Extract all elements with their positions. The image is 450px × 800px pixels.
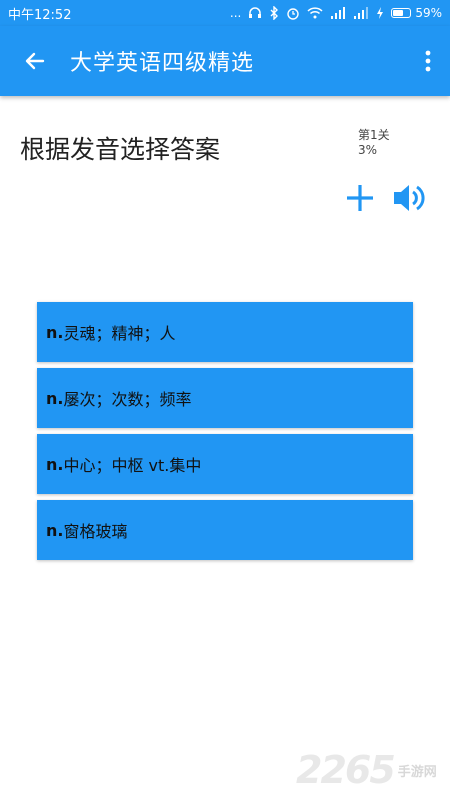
status-icons: ... 59% [230, 6, 442, 20]
headphone-icon [249, 7, 262, 18]
option-text: 中心；中枢 vt.集中 [63, 456, 202, 475]
signal-icon [331, 7, 346, 19]
alarm-icon [287, 8, 300, 20]
signal-icon-2 [354, 7, 369, 19]
question-prompt: 根据发音选择答案 [20, 135, 221, 164]
plus-icon [347, 185, 373, 211]
answer-option[interactable]: n. 屡次；次数；频率 [37, 368, 413, 428]
more-vert-icon [425, 50, 431, 72]
answer-option[interactable]: n. 灵魂；精神；人 [37, 302, 413, 362]
progress-label: 3% [358, 143, 378, 157]
option-text: 屡次；次数；频率 [63, 390, 192, 409]
volume-icon [394, 185, 425, 211]
battery: 59% [391, 6, 442, 20]
answer-option[interactable]: n. 中心；中枢 vt.集中 [37, 434, 413, 494]
back-button[interactable] [0, 26, 70, 96]
battery-icon [391, 8, 412, 18]
app-title: 大学英语四级精选 [70, 51, 255, 76]
wifi-icon [307, 7, 323, 19]
watermark-text: 手游网 [397, 764, 437, 780]
arrow-back-icon [25, 52, 45, 70]
answer-options: n. 灵魂；精神；人 n. 屡次；次数；频率 n. 中心；中枢 vt.集中 n. 窗格玻… [37, 302, 413, 566]
more-options-button[interactable] [406, 26, 450, 96]
watermark-logo: 2265 [296, 748, 396, 792]
notification-dots: ... [229, 6, 242, 20]
option-pos: n. [46, 454, 64, 474]
play-sound-button[interactable] [392, 180, 428, 216]
option-text: 窗格玻璃 [63, 522, 128, 541]
answer-option[interactable]: n. 窗格玻璃 [37, 500, 413, 560]
level-label: 第1关 [358, 128, 390, 142]
option-pos: n. [46, 388, 64, 408]
level-info: 第1关 3% [358, 128, 390, 158]
app-bar: 大学英语四级精选 [0, 26, 450, 96]
watermark: 2265 手游网 [296, 748, 437, 792]
option-pos: n. [46, 322, 64, 342]
status-time: 中午12:52 [8, 7, 72, 23]
battery-percent: 59% [415, 6, 442, 20]
status-bar: 中午12:52 ... 59% [0, 0, 450, 26]
add-word-button[interactable] [344, 182, 376, 214]
option-pos: n. [46, 520, 64, 540]
bluetooth-icon [270, 6, 279, 20]
option-text: 灵魂；精神；人 [63, 324, 176, 343]
charging-icon [377, 7, 384, 19]
